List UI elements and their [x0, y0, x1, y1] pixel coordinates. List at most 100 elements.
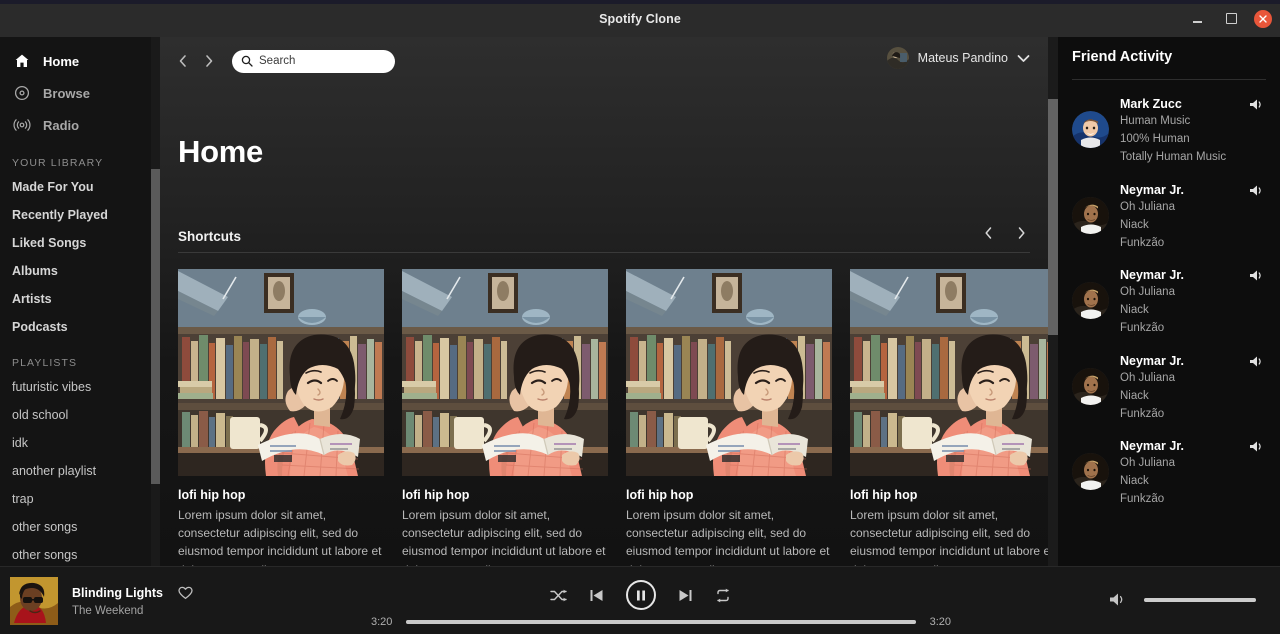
friend-activity-divider: [1072, 79, 1266, 80]
user-profile-menu[interactable]: Mateus Pandino: [886, 45, 1030, 71]
maximize-icon[interactable]: [1220, 8, 1242, 30]
volume-icon[interactable]: [1109, 592, 1126, 607]
friend-context: Totally Human Music: [1120, 151, 1227, 164]
shortcut-card[interactable]: lofi hip hop Lorem ipsum dolor sit amet,…: [178, 269, 384, 566]
friend-track: Oh Juliana: [1120, 457, 1175, 470]
volume-slider[interactable]: [1144, 597, 1256, 602]
sidebar-item-label: Browse: [43, 85, 90, 101]
progress-fill: [406, 620, 916, 624]
sidebar-scrollbar-thumb[interactable]: [151, 169, 160, 484]
speaker-icon[interactable]: [1249, 98, 1264, 111]
sidebar: Home Browse Radio YOUR LIBRARY Made For …: [0, 37, 160, 566]
shortcut-card[interactable]: lofi hip hop Lorem ipsum dolor sit amet,…: [850, 269, 1056, 566]
playlist-item[interactable]: trap: [0, 485, 160, 513]
sidebar-item-radio[interactable]: Radio: [0, 109, 160, 141]
card-description: Lorem ipsum dolor sit amet, consectetur …: [626, 508, 830, 566]
sidebar-item-recently-played[interactable]: Recently Played: [0, 201, 160, 229]
app-window: Spotify Clone Home Browse Radio YOUR LIB…: [0, 0, 1280, 634]
friend-activity-item[interactable]: Neymar Jr. Oh Juliana Niack Funkzão: [1072, 439, 1266, 508]
neymar-avatar: [1072, 282, 1109, 320]
friend-activity-info: Neymar Jr. Oh Juliana Niack Funkzão: [1120, 183, 1266, 252]
sidebar-item-podcasts[interactable]: Podcasts: [0, 313, 160, 341]
card-description: Lorem ipsum dolor sit amet, consectetur …: [178, 508, 382, 566]
sidebar-scrollbar[interactable]: [151, 37, 160, 566]
now-playing-title: Blinding Lights: [72, 585, 163, 600]
friend-track: Human Music: [1120, 115, 1191, 127]
forward-icon[interactable]: [200, 50, 218, 72]
radio-icon: [12, 115, 32, 135]
friend-context: Funkzão: [1120, 236, 1165, 249]
album-artwork-lofi: [850, 269, 1056, 476]
carousel-next-icon[interactable]: [1012, 222, 1030, 244]
friend-activity-item[interactable]: Neymar Jr. Oh Juliana Niack Funkzão: [1072, 354, 1266, 423]
sidebar-item-albums[interactable]: Albums: [0, 257, 160, 285]
friend-name: Neymar Jr.: [1120, 353, 1184, 368]
close-icon[interactable]: [1254, 9, 1272, 28]
friend-activity-info: Neymar Jr. Oh Juliana Niack Funkzão: [1120, 439, 1266, 508]
carousel-prev-icon[interactable]: [979, 222, 997, 244]
playlist-item[interactable]: futuristic vibes: [0, 373, 160, 401]
sidebar-item-artists[interactable]: Artists: [0, 285, 160, 313]
speaker-icon[interactable]: [1249, 184, 1264, 197]
playlist-item[interactable]: other songs: [0, 513, 160, 541]
card-title: lofi hip hop: [178, 488, 246, 502]
repeat-icon[interactable]: [715, 588, 731, 603]
friend-name: Neymar Jr.: [1120, 268, 1184, 283]
friend-artist: Niack: [1120, 475, 1149, 488]
section-title: Shortcuts: [178, 229, 242, 244]
friend-activity-panel: Friend Activity Mark Zucc Human Music 10…: [1058, 37, 1280, 566]
friend-artist: Niack: [1120, 304, 1149, 317]
player-bar: Blinding Lights The Weekend 3:20 3:20: [0, 566, 1280, 634]
minimize-icon[interactable]: [1186, 8, 1208, 30]
album-artwork-lofi: [626, 269, 832, 476]
speaker-icon[interactable]: [1249, 269, 1264, 282]
mark-zucc-avatar: [1072, 111, 1109, 148]
section-divider: [178, 252, 1030, 253]
page-title: Home: [178, 134, 263, 169]
friend-activity-item[interactable]: Neymar Jr. Oh Juliana Niack Funkzão: [1072, 268, 1266, 337]
playlist-item[interactable]: old school: [0, 401, 160, 429]
next-track-icon[interactable]: [678, 588, 693, 603]
card-title: lofi hip hop: [850, 488, 918, 502]
playlists-heading: PLAYLISTS: [12, 357, 78, 369]
main-scrollbar-thumb[interactable]: [1048, 99, 1058, 335]
top-bar: Search Mateus Pandino: [160, 37, 1058, 77]
shortcuts-section: Shortcuts lofi hip hop Lorem ipsum dolor…: [178, 222, 1058, 566]
shuffle-icon[interactable]: [549, 588, 567, 603]
back-icon[interactable]: [174, 50, 192, 72]
play-pause-button[interactable]: [625, 580, 656, 610]
total-time: 3:20: [929, 616, 951, 628]
playlist-item[interactable]: idk: [0, 429, 160, 457]
title-bar: Spotify Clone: [0, 0, 1280, 37]
sidebar-item-liked-songs[interactable]: Liked Songs: [0, 229, 160, 257]
previous-track-icon[interactable]: [589, 588, 604, 603]
volume-fill: [1144, 597, 1256, 602]
main-scrollbar[interactable]: [1048, 37, 1058, 566]
chevron-down-icon[interactable]: [1017, 54, 1030, 63]
friend-activity-info: Neymar Jr. Oh Juliana Niack Funkzão: [1120, 354, 1266, 423]
friend-activity-item[interactable]: Neymar Jr. Oh Juliana Niack Funkzão: [1072, 183, 1266, 252]
sidebar-item-home[interactable]: Home: [0, 45, 160, 77]
now-playing-text: Blinding Lights The Weekend: [72, 586, 193, 617]
now-playing: Blinding Lights The Weekend: [10, 577, 193, 625]
card-title: lofi hip hop: [626, 488, 694, 502]
history-navigation: [174, 50, 218, 72]
search-input[interactable]: Search: [232, 49, 395, 73]
friend-activity-item[interactable]: Mark Zucc Human Music 100% Human Totally…: [1072, 97, 1266, 166]
progress-bar-row: 3:20 3:20: [371, 616, 951, 628]
playlist-item[interactable]: other songs: [0, 541, 160, 566]
friend-activity-title: Friend Activity: [1072, 49, 1173, 65]
sidebar-item-made-for-you[interactable]: Made For You: [0, 173, 160, 201]
sidebar-item-browse[interactable]: Browse: [0, 77, 160, 109]
friend-name: Neymar Jr.: [1120, 182, 1184, 197]
neymar-avatar: [1072, 367, 1109, 405]
heart-icon[interactable]: [178, 586, 193, 600]
shortcut-card[interactable]: lofi hip hop Lorem ipsum dolor sit amet,…: [402, 269, 608, 566]
speaker-icon[interactable]: [1249, 355, 1264, 368]
search-placeholder: Search: [259, 55, 296, 67]
playlist-item[interactable]: another playlist: [0, 457, 160, 485]
speaker-icon[interactable]: [1249, 440, 1264, 453]
shortcut-card[interactable]: lofi hip hop Lorem ipsum dolor sit amet,…: [626, 269, 832, 566]
friend-name: Neymar Jr.: [1120, 439, 1184, 454]
progress-slider[interactable]: [406, 620, 916, 624]
